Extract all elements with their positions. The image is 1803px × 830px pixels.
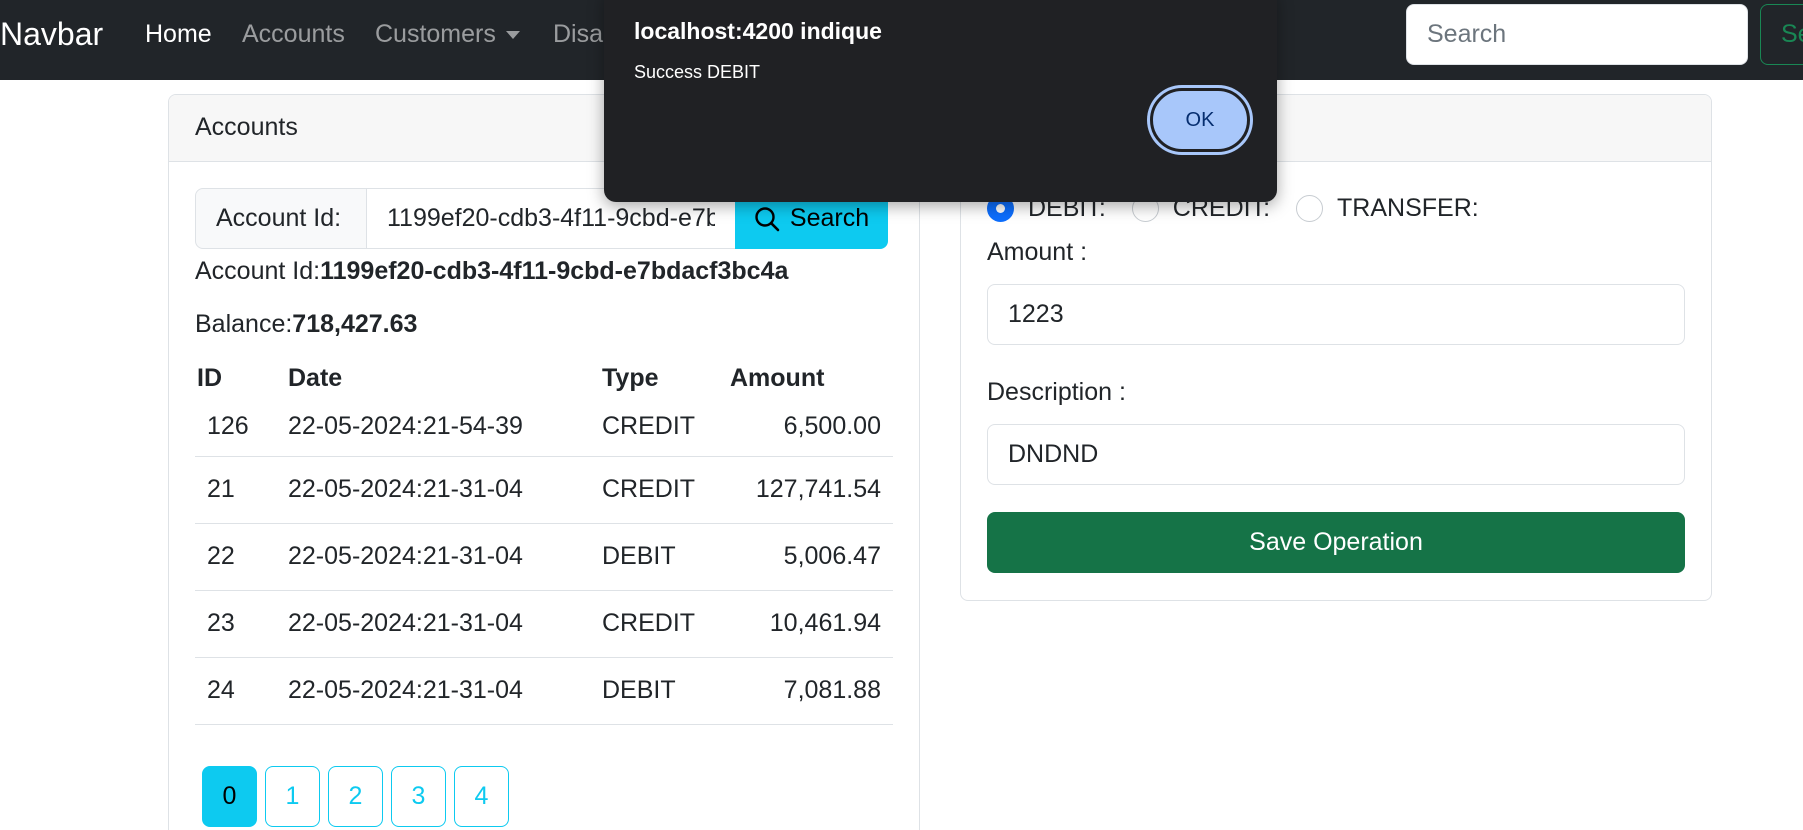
- cell-id: 24: [195, 657, 276, 725]
- cell-date: 22-05-2024:21-54-39: [276, 397, 590, 457]
- account-id-label: Account Id:: [195, 188, 367, 249]
- account-id-info: Account Id:1199ef20-cdb3-4f11-9cbd-e7bda…: [195, 257, 788, 286]
- alert-ok-button[interactable]: OK: [1150, 88, 1250, 152]
- cell-date: 22-05-2024:21-31-04: [276, 590, 590, 658]
- cell-type: DEBIT: [590, 523, 718, 591]
- alert-dialog-title: localhost:4200 indique: [634, 18, 882, 44]
- cell-date: 22-05-2024:21-31-04: [276, 657, 590, 725]
- account-id-value: 1199ef20-cdb3-4f11-9cbd-e7bdacf3bc4a: [320, 257, 789, 285]
- operations-table: ID Date Type Amount 126 22-05-2024:21-54…: [195, 360, 893, 725]
- account-search-button-label: Search: [789, 204, 870, 232]
- page-button-2[interactable]: 2: [328, 766, 383, 827]
- page-button-4[interactable]: 4: [454, 766, 509, 827]
- pagination: 0 1 2 3 4: [202, 766, 509, 827]
- alert-dialog: localhost:4200 indique Success DEBIT OK: [604, 0, 1277, 202]
- search-icon: [755, 206, 780, 231]
- nav-link-accounts[interactable]: Accounts: [242, 20, 345, 49]
- nav-dropdown-customers-label: Customers: [375, 20, 496, 48]
- cell-type: CREDIT: [590, 456, 718, 524]
- cell-id: 23: [195, 590, 276, 658]
- column-header-id: ID: [197, 364, 222, 392]
- amount-input[interactable]: [987, 284, 1685, 345]
- description-label: Description :: [987, 378, 1126, 406]
- account-id-caption: Account Id:: [195, 257, 321, 285]
- radio-transfer-label: TRANSFER:: [1337, 194, 1479, 222]
- table-header-row: ID Date Type Amount: [195, 360, 893, 397]
- table-row: 21 22-05-2024:21-31-04 CREDIT 127,741.54: [195, 456, 893, 524]
- nav-dropdown-customers[interactable]: Customers: [375, 20, 520, 49]
- balance-value: 718,427.63: [292, 310, 418, 338]
- table-row: 24 22-05-2024:21-31-04 DEBIT 7,081.88: [195, 657, 893, 725]
- balance-caption: Balance:: [195, 310, 293, 338]
- caret-down-icon: [505, 31, 520, 40]
- table-row: 22 22-05-2024:21-31-04 DEBIT 5,006.47: [195, 523, 893, 591]
- nav-link-home[interactable]: Home: [145, 20, 212, 49]
- cell-id: 126: [195, 397, 276, 457]
- cell-date: 22-05-2024:21-31-04: [276, 523, 590, 591]
- column-header-amount: Amount: [730, 364, 825, 392]
- table-row: 126 22-05-2024:21-54-39 CREDIT 6,500.00: [195, 397, 893, 457]
- cell-amount: 127,741.54: [718, 456, 893, 524]
- cell-type: CREDIT: [590, 590, 718, 658]
- page-button-0[interactable]: 0: [202, 766, 257, 827]
- cell-amount: 10,461.94: [718, 590, 893, 658]
- save-operation-button[interactable]: Save Operation: [987, 512, 1685, 573]
- navbar-brand[interactable]: Navbar: [0, 16, 103, 53]
- column-header-date: Date: [288, 364, 343, 392]
- radio-transfer[interactable]: [1296, 195, 1324, 222]
- description-input[interactable]: [987, 424, 1685, 485]
- navbar-search-input[interactable]: [1406, 4, 1748, 65]
- navbar-search-button[interactable]: Search: [1760, 4, 1803, 65]
- cell-amount: 5,006.47: [718, 523, 893, 591]
- cell-type: CREDIT: [590, 397, 718, 457]
- cell-id: 21: [195, 456, 276, 524]
- amount-label: Amount :: [987, 238, 1088, 266]
- page-button-1[interactable]: 1: [265, 766, 320, 827]
- cell-amount: 6,500.00: [718, 397, 893, 457]
- table-row: 23 22-05-2024:21-31-04 CREDIT 10,461.94: [195, 590, 893, 658]
- cell-date: 22-05-2024:21-31-04: [276, 456, 590, 524]
- cell-id: 22: [195, 523, 276, 591]
- alert-dialog-message: Success DEBIT: [634, 62, 761, 82]
- balance-info: Balance:718,427.63: [195, 310, 417, 339]
- cell-amount: 7,081.88: [718, 657, 893, 725]
- column-header-type: Type: [602, 364, 659, 392]
- page-button-3[interactable]: 3: [391, 766, 446, 827]
- cell-type: DEBIT: [590, 657, 718, 725]
